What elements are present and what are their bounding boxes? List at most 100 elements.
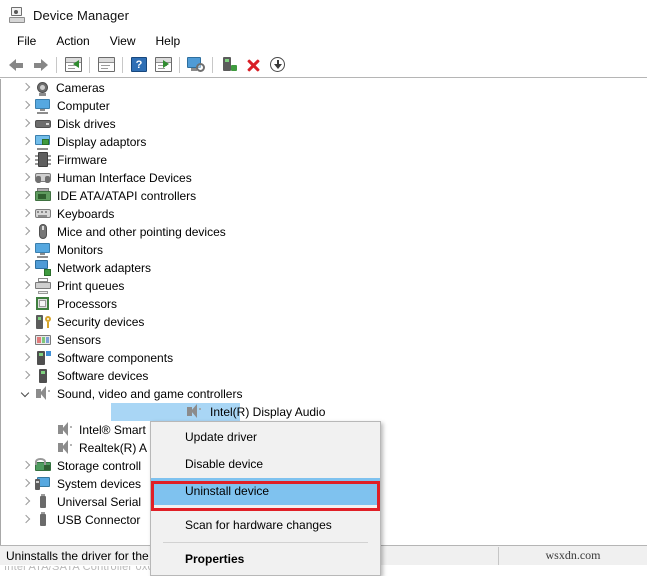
window-title: Device Manager bbox=[33, 7, 130, 23]
chevron-right-icon[interactable] bbox=[19, 241, 35, 259]
monitor-icon bbox=[35, 242, 51, 258]
tree-node-label: Sound, video and game controllers bbox=[57, 387, 243, 401]
device-manager-window: Device Manager File Action View Help ? C… bbox=[0, 0, 647, 576]
tree-node-label: Display adaptors bbox=[57, 135, 147, 149]
view-button[interactable] bbox=[151, 54, 175, 76]
menu-help[interactable]: Help bbox=[147, 32, 190, 50]
speaker-icon bbox=[57, 422, 73, 438]
context-menu-item-disable-device[interactable]: Disable device bbox=[151, 451, 380, 478]
tree-node-disk-drives[interactable]: Disk drives bbox=[1, 115, 647, 133]
tree-node-display-adaptors[interactable]: Display adaptors bbox=[1, 133, 647, 151]
toolbar-separator bbox=[212, 56, 213, 73]
processor-icon bbox=[35, 296, 51, 312]
sensor-icon bbox=[35, 332, 51, 348]
disk-drive-icon bbox=[35, 116, 51, 132]
chevron-right-icon[interactable] bbox=[19, 367, 35, 385]
tree-node-label: Storage controll bbox=[57, 459, 142, 473]
tree-node-ide-ata-atapi-controllers[interactable]: IDE ATA/ATAPI controllers bbox=[1, 187, 647, 205]
chevron-right-icon[interactable] bbox=[19, 115, 35, 133]
chevron-right-icon[interactable] bbox=[19, 169, 35, 187]
speaker-icon bbox=[35, 386, 51, 402]
printer-icon bbox=[35, 278, 51, 294]
tree-node-label: System devices bbox=[57, 477, 142, 491]
chevron-right-icon[interactable] bbox=[19, 133, 35, 151]
tree-node-human-interface-devices[interactable]: Human Interface Devices bbox=[1, 169, 647, 187]
context-menu-separator bbox=[163, 508, 368, 509]
chevron-right-icon[interactable] bbox=[19, 79, 35, 97]
toolbar: ? bbox=[0, 52, 647, 78]
tree-node-keyboards[interactable]: Keyboards bbox=[1, 205, 647, 223]
show-hidden-devices-button[interactable] bbox=[61, 54, 85, 76]
disable-device-icon bbox=[269, 57, 285, 72]
chevron-right-icon[interactable] bbox=[19, 277, 35, 295]
storage-controller-icon bbox=[35, 458, 51, 474]
tree-node-firmware[interactable]: Firmware bbox=[1, 151, 647, 169]
tree-node-label: Software components bbox=[57, 351, 174, 365]
title-bar: Device Manager bbox=[0, 0, 647, 30]
menu-view[interactable]: View bbox=[101, 32, 145, 50]
tree-node-security-devices[interactable]: Security devices bbox=[1, 313, 647, 331]
help-button[interactable]: ? bbox=[127, 54, 151, 76]
tree-node-label: Security devices bbox=[57, 315, 145, 329]
chevron-down-icon[interactable] bbox=[19, 385, 35, 403]
camera-icon bbox=[35, 81, 50, 96]
usb-icon bbox=[35, 494, 51, 510]
tree-node-intel-display-audio[interactable]: Intel(R) Display Audio bbox=[1, 403, 647, 421]
chevron-right-icon[interactable] bbox=[19, 493, 35, 511]
software-component-icon bbox=[35, 350, 51, 366]
menu-action[interactable]: Action bbox=[47, 32, 98, 50]
tree-node-processors[interactable]: Processors bbox=[1, 295, 647, 313]
chevron-right-icon[interactable] bbox=[19, 511, 35, 529]
tree-node-software-components[interactable]: Software components bbox=[1, 349, 647, 367]
chevron-right-icon[interactable] bbox=[19, 457, 35, 475]
chevron-right-icon[interactable] bbox=[19, 295, 35, 313]
update-driver-button[interactable] bbox=[217, 54, 241, 76]
chevron-right-icon[interactable] bbox=[19, 187, 35, 205]
disable-device-button[interactable] bbox=[265, 54, 289, 76]
uninstall-device-icon bbox=[245, 57, 261, 73]
toolbar-separator bbox=[122, 56, 123, 73]
chevron-right-icon[interactable] bbox=[19, 331, 35, 349]
back-button[interactable] bbox=[4, 54, 28, 76]
help-icon: ? bbox=[131, 57, 147, 72]
tree-node-label: Processors bbox=[57, 297, 118, 311]
keyboard-icon bbox=[35, 206, 51, 222]
ide-controller-icon bbox=[35, 188, 51, 204]
chevron-right-icon[interactable] bbox=[19, 205, 35, 223]
forward-button[interactable] bbox=[28, 54, 52, 76]
chevron-right-icon[interactable] bbox=[19, 223, 35, 241]
context-menu-item-properties[interactable]: Properties bbox=[151, 546, 380, 573]
tree-node-network-adapters[interactable]: Network adapters bbox=[1, 259, 647, 277]
context-menu-item-uninstall-device[interactable]: Uninstall device bbox=[151, 478, 380, 505]
chevron-right-icon[interactable] bbox=[19, 349, 35, 367]
tree-node-software-devices[interactable]: Software devices bbox=[1, 367, 647, 385]
tree-node-cameras[interactable]: Cameras bbox=[1, 79, 647, 97]
tree-node-print-queues[interactable]: Print queues bbox=[1, 277, 647, 295]
properties-icon bbox=[97, 57, 115, 72]
context-menu[interactable]: Update driver Disable device Uninstall d… bbox=[150, 421, 381, 576]
tree-node-sensors[interactable]: Sensors bbox=[1, 331, 647, 349]
tree-node-label: Sensors bbox=[57, 333, 102, 347]
tree-node-sound-video-and-game-controllers[interactable]: Sound, video and game controllers bbox=[1, 385, 647, 403]
computer-icon bbox=[35, 98, 51, 114]
tree-node-monitors[interactable]: Monitors bbox=[1, 241, 647, 259]
tree-node-label: IDE ATA/ATAPI controllers bbox=[57, 189, 197, 203]
chevron-right-icon[interactable] bbox=[19, 259, 35, 277]
tree-node-mice-and-other-pointing-devices[interactable]: Mice and other pointing devices bbox=[1, 223, 647, 241]
usb-icon bbox=[35, 512, 51, 528]
uninstall-device-button[interactable] bbox=[241, 54, 265, 76]
chevron-right-icon[interactable] bbox=[19, 313, 35, 331]
scan-for-hardware-changes-button[interactable] bbox=[184, 54, 208, 76]
tree-node-label: Software devices bbox=[57, 369, 149, 383]
chevron-right-icon[interactable] bbox=[19, 475, 35, 493]
tree-node-computer[interactable]: Computer bbox=[1, 97, 647, 115]
properties-button[interactable] bbox=[94, 54, 118, 76]
menu-file[interactable]: File bbox=[8, 32, 45, 50]
chevron-right-icon[interactable] bbox=[19, 97, 35, 115]
watermark: wsxdn.com bbox=[545, 548, 601, 562]
chevron-right-icon[interactable] bbox=[19, 151, 35, 169]
context-menu-item-scan-for-hardware-changes[interactable]: Scan for hardware changes bbox=[151, 512, 380, 539]
context-menu-item-update-driver[interactable]: Update driver bbox=[151, 424, 380, 451]
forward-arrow-icon bbox=[33, 58, 48, 71]
tree-node-label: Universal Serial bbox=[57, 495, 142, 509]
